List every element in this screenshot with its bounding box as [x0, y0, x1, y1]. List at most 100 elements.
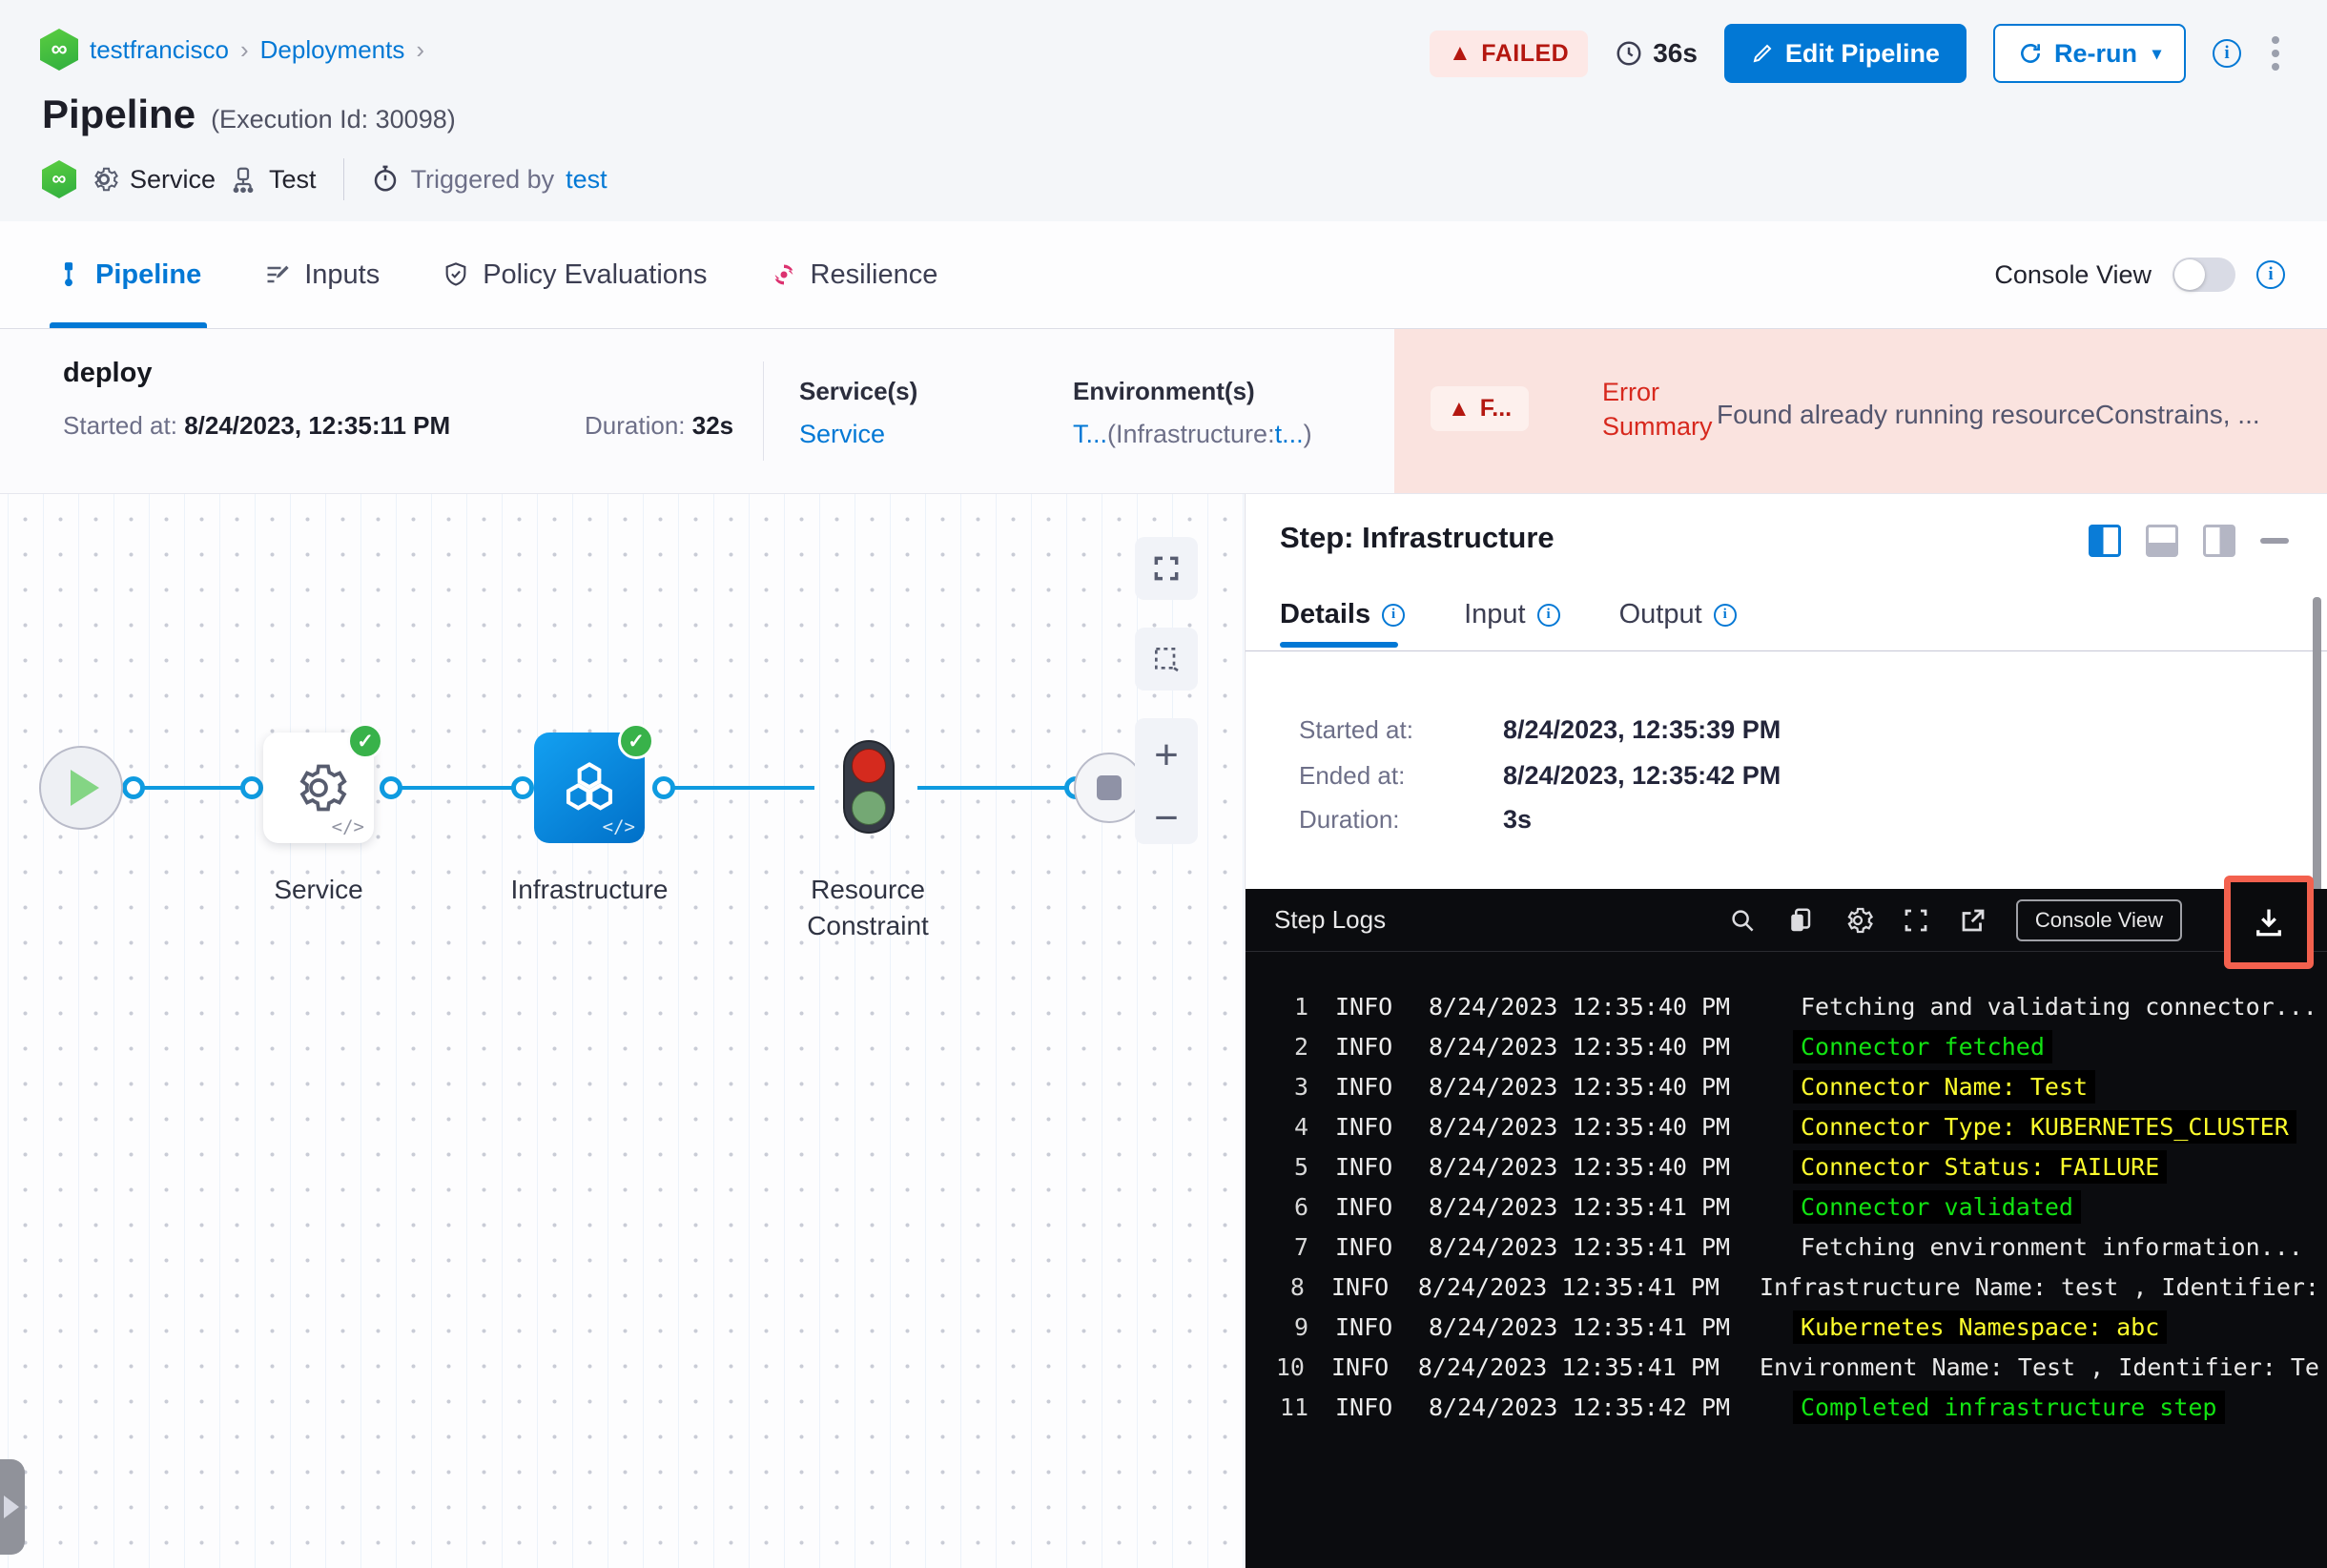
output-info-icon[interactable]: i: [1713, 603, 1737, 627]
edit-pipeline-button[interactable]: Edit Pipeline: [1723, 24, 1967, 83]
log-level: INFO: [1335, 1032, 1393, 1061]
elapsed-time: 36s: [1615, 38, 1698, 69]
triggered-by-label: Triggered by: [410, 164, 555, 194]
open-in-new-icon[interactable]: [1959, 906, 1987, 935]
end-node[interactable]: [1074, 753, 1144, 823]
selection-tool-button[interactable]: [1135, 628, 1198, 691]
infrastructure-step-node[interactable]: ✓ </>: [534, 723, 654, 843]
tab-inputs[interactable]: Inputs: [264, 221, 380, 328]
started-at-label: Started at:: [1299, 715, 1413, 744]
log-message: Fetching environment information...: [1801, 1232, 2303, 1261]
detail-row-duration: Duration: 3s: [1299, 805, 1532, 835]
zoom-out-button[interactable]: −: [1154, 796, 1179, 838]
stage-started-label: Started at:: [63, 411, 177, 440]
execution-id: (Execution Id: 30098): [211, 105, 456, 134]
environment-meta[interactable]: Test: [229, 165, 317, 195]
services-link[interactable]: Service: [799, 420, 917, 449]
log-line: 8 INFO 8/24/2023 12:35:41 PM Infrastruct…: [1266, 1267, 2327, 1307]
main-content: ✓ </> ✓ </> Service Infrastructure Resou…: [0, 494, 2327, 1568]
stage-started-value: 8/24/2023, 12:35:11 PM: [184, 411, 451, 440]
log-timestamp: 8/24/2023 12:35:41 PM: [1429, 1192, 1731, 1221]
log-lines[interactable]: 1 INFO 8/24/2023 12:35:40 PM Fetching an…: [1246, 952, 2327, 1427]
green-light-icon: [852, 791, 886, 825]
more-options-menu[interactable]: [2268, 32, 2283, 74]
log-line-number: 3: [1293, 1072, 1308, 1101]
environments-label: Environment(s): [1073, 377, 1255, 405]
stage-summary-left: deploy Started at: 8/24/2023, 12:35:11 P…: [0, 329, 1394, 493]
graph-port: [511, 776, 534, 799]
log-message: Infrastructure Name: test , Identifier:: [1759, 1272, 2319, 1301]
elapsed-label: 36s: [1653, 38, 1698, 68]
zoom-controls[interactable]: + −: [1135, 718, 1198, 844]
refresh-icon: [2018, 41, 2043, 66]
log-message: Connector Status: FAILURE: [1793, 1149, 2168, 1184]
log-level: INFO: [1330, 1272, 1390, 1301]
start-node[interactable]: [39, 746, 123, 830]
logs-console-view-button[interactable]: Console View: [2015, 898, 2182, 941]
duration-value: 3s: [1503, 805, 1533, 834]
console-view-label: Console View: [1994, 259, 2152, 289]
tab-policy-label: Policy Evaluations: [483, 258, 708, 290]
log-line-number: 11: [1279, 1393, 1308, 1421]
settings-gear-icon[interactable]: [1843, 905, 1873, 936]
log-timestamp: 8/24/2023 12:35:40 PM: [1429, 1152, 1731, 1181]
resource-constraint-node[interactable]: [843, 740, 895, 834]
tab-resilience-label: Resilience: [810, 258, 938, 290]
fullscreen-icon: [1154, 556, 1179, 581]
fit-to-screen-button[interactable]: [1135, 537, 1198, 600]
graph-port: [380, 776, 402, 799]
environment-infra-suffix: ): [1303, 420, 1312, 448]
download-icon: [2256, 909, 2281, 937]
log-level: INFO: [1335, 1393, 1393, 1421]
graph-edge: [658, 786, 814, 790]
status-badge: ▲ FAILED: [1430, 30, 1589, 77]
environment-infra-prefix: (Infrastructure:: [1107, 420, 1275, 448]
gear-icon: [299, 764, 347, 812]
service-step-node[interactable]: ✓ </>: [263, 723, 383, 843]
play-icon: [71, 770, 99, 806]
search-icon[interactable]: [1728, 906, 1757, 935]
tab-details[interactable]: Details i: [1280, 599, 1406, 630]
console-view-toggle[interactable]: [2173, 258, 2235, 292]
tab-output[interactable]: Output i: [1619, 599, 1737, 630]
log-line-number: 4: [1293, 1112, 1308, 1141]
header-actions: ▲ FAILED 36s Edit Pipeline Re-run ▾ i: [1430, 23, 2283, 84]
environment-name[interactable]: T...: [1073, 420, 1107, 448]
minimize-panel-button[interactable]: [2260, 538, 2289, 544]
rerun-button[interactable]: Re-run ▾: [1992, 24, 2186, 83]
fullscreen-icon[interactable]: [1902, 906, 1930, 935]
input-info-icon[interactable]: i: [1536, 603, 1560, 627]
layout-right-pane-button[interactable]: [2203, 525, 2235, 557]
rerun-info-icon[interactable]: i: [2213, 39, 2241, 68]
warning-triangle-icon: ▲: [1449, 40, 1472, 66]
layout-split-vertical-button[interactable]: [2089, 525, 2121, 557]
environments-link[interactable]: T...(Infrastructure:t...): [1073, 420, 1312, 449]
log-timestamp: 8/24/2023 12:35:41 PM: [1429, 1312, 1731, 1341]
environment-infra-name[interactable]: t...: [1275, 420, 1304, 448]
console-view-info-icon[interactable]: i: [2256, 260, 2285, 289]
canvas-nav-arrow[interactable]: [0, 1459, 25, 1555]
pipeline-graph-canvas[interactable]: ✓ </> ✓ </> Service Infrastructure Resou…: [0, 494, 1245, 1568]
warning-triangle-icon: ▲: [1448, 395, 1471, 422]
log-message: Environment Name: Test , Identifier: Te: [1759, 1352, 2319, 1381]
log-message: Connector fetched: [1793, 1029, 2052, 1063]
copy-icon[interactable]: [1785, 906, 1814, 935]
breadcrumb-deployments-link[interactable]: Deployments: [260, 35, 405, 65]
log-message: Connector Type: KUBERNETES_CLUSTER: [1793, 1109, 2296, 1144]
triggered-by-link[interactable]: test: [566, 165, 607, 195]
download-logs-button-highlighted[interactable]: [2224, 876, 2314, 969]
divider: [763, 361, 764, 461]
environment-icon: [229, 165, 257, 194]
tab-input[interactable]: Input i: [1464, 599, 1560, 630]
tab-policy-evaluations[interactable]: Policy Evaluations: [443, 221, 708, 328]
graph-port: [652, 776, 675, 799]
zoom-in-button[interactable]: +: [1154, 733, 1179, 776]
details-info-icon[interactable]: i: [1382, 603, 1406, 627]
service-meta[interactable]: Service: [90, 165, 216, 195]
breadcrumb-project-link[interactable]: testfrancisco: [90, 35, 229, 65]
execution-meta-row: ∞ Service Test Triggered by test: [42, 156, 607, 202]
toggle-knob: [2174, 259, 2205, 290]
tab-resilience[interactable]: Resilience: [771, 221, 938, 328]
tab-pipeline[interactable]: Pipeline: [49, 221, 208, 328]
layout-split-horizontal-button[interactable]: [2146, 525, 2178, 557]
